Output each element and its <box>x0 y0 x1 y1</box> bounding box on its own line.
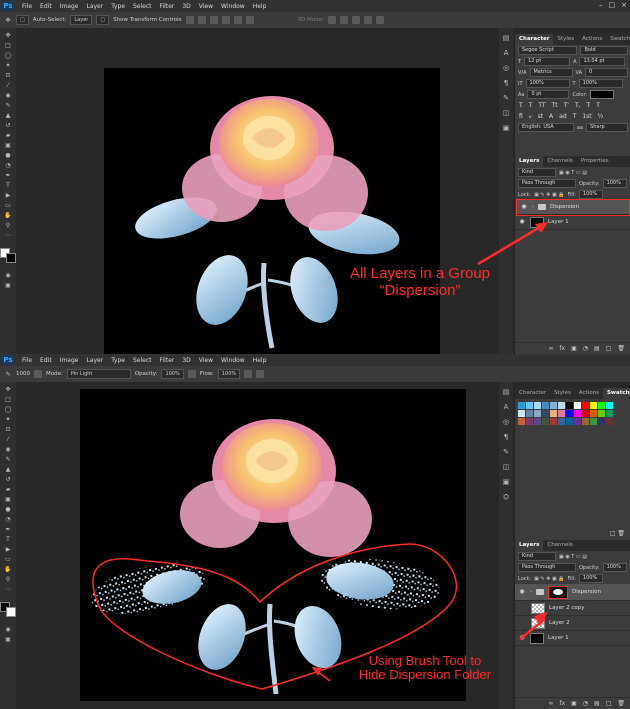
annotation-arrow-top <box>477 222 548 266</box>
annotation-text-top: All Layers in a Group “Dispersion” <box>330 265 510 299</box>
top-photoshop-window: Ps File Edit Image Layer Type Select Fil… <box>0 0 630 364</box>
annotation-bottom-line2: Hide Dispersion Folder <box>358 667 492 683</box>
bottom-photoshop-window: Ps File Edit Image Layer Type Select Fil… <box>0 354 630 709</box>
annotation-top-line1: All Layers in a Group <box>349 265 491 282</box>
annotation-bottom-line1: Using Brush Tool to <box>368 653 482 668</box>
annotation-top-line2: “Dispersion” <box>379 281 461 299</box>
annotation-text-bottom: Using Brush Tool to Hide Dispersion Fold… <box>335 653 515 683</box>
annotation-shapes-bottom <box>92 543 548 690</box>
